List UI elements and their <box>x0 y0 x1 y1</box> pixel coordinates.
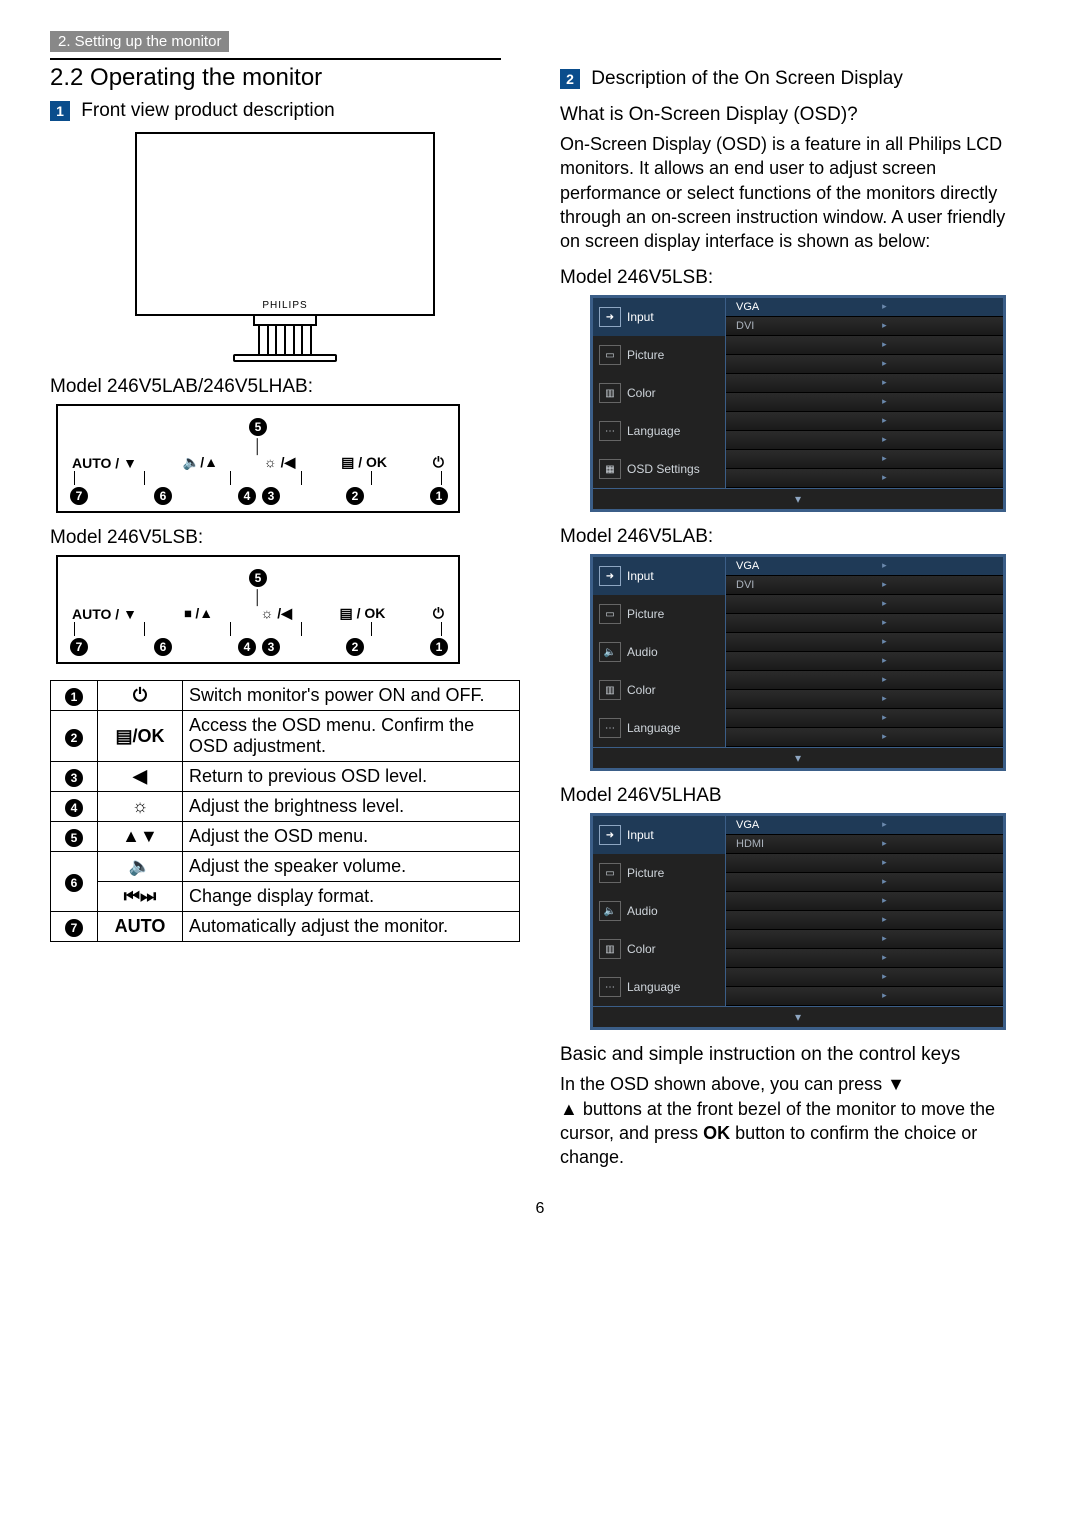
panel-model-b-label: Model 246V5LSB: <box>50 527 520 549</box>
callout-number-1: 1 <box>50 101 70 121</box>
panel-model-a-label: Model 246V5LAB/246V5LHAB: <box>50 376 520 398</box>
row-desc: Switch monitor's power ON and OFF. <box>183 681 520 711</box>
table-row: 2 ▤/OK Access the OSD menu. Confirm the … <box>51 711 520 762</box>
btn-power-label: ⏻ <box>433 454 444 471</box>
table-row: 1 ⏻ Switch monitor's power ON and OFF. <box>51 681 520 711</box>
row-desc: Access the OSD menu. Confirm the OSD adj… <box>183 711 520 762</box>
panel-circle-2: 2 <box>346 487 364 505</box>
osd-screenshot-2: ➜Input VGA DVI ▭Picture 🔈Audio ▥Color ⋯L… <box>590 554 1006 771</box>
auto-icon: AUTO <box>98 912 183 942</box>
instruction-body: In the OSD shown above, you can press ▼ … <box>560 1072 1030 1169</box>
back-icon: ◀ <box>98 762 183 792</box>
speaker-icon: 🔈 <box>98 852 183 882</box>
format-icon: ⏮⏭ <box>98 882 183 912</box>
btn-power-label-b: ⏻ <box>433 605 444 622</box>
updown-icon: ▲▼ <box>98 822 183 852</box>
btn-menu-label: ▤ / OK <box>341 454 387 471</box>
btn-menu-label-b: ▤ / OK <box>339 605 385 622</box>
subsection-2-title: Description of the On Screen Display <box>591 68 903 89</box>
chevron-down-icon: ▾ <box>593 747 1003 768</box>
menu-ok-icon: ▤/OK <box>98 711 183 762</box>
power-icon: ⏻ <box>98 681 183 711</box>
panel-circle-3: 3 <box>262 487 280 505</box>
subsection-2-header: 2 Description of the On Screen Display <box>560 68 1030 90</box>
subsection-1-header: 1 Front view product description <box>50 100 520 122</box>
color-icon: ▥ <box>599 939 621 959</box>
audio-icon: 🔈 <box>599 901 621 921</box>
panel-circle-5: 5 <box>249 418 267 436</box>
osd-description-body: On-Screen Display (OSD) is a feature in … <box>560 132 1030 253</box>
osd-option: DVI <box>726 576 1003 595</box>
instruction-title: Basic and simple instruction on the cont… <box>560 1044 1030 1066</box>
language-icon: ⋯ <box>599 718 621 738</box>
input-icon: ➜ <box>599 825 621 845</box>
table-row: 5 ▲▼ Adjust the OSD menu. <box>51 822 520 852</box>
osd-option: VGA <box>726 557 1003 576</box>
btn-auto-label-b: AUTO / ▼ <box>72 606 137 622</box>
osd-option: VGA <box>726 816 1003 835</box>
btn-volume-label: 🔈/▲ <box>183 454 218 471</box>
panel-circle-1: 1 <box>430 487 448 505</box>
callout-number-2: 2 <box>560 69 580 89</box>
row-desc: Adjust the OSD menu. <box>183 822 520 852</box>
panel-b-circle-5: 5 <box>249 569 267 587</box>
monitor-illustration: PHILIPS <box>135 132 435 362</box>
row-desc: Return to previous OSD level. <box>183 762 520 792</box>
osd-question-title: What is On-Screen Display (OSD)? <box>560 104 1030 126</box>
page-number: 6 <box>50 1200 1030 1218</box>
table-row: 3 ◀ Return to previous OSD level. <box>51 762 520 792</box>
monitor-brand-label: PHILIPS <box>262 300 307 311</box>
picture-icon: ▭ <box>599 863 621 883</box>
panel-circle-7: 7 <box>70 487 88 505</box>
osd2-model-label: Model 246V5LAB: <box>560 526 1030 548</box>
subsection-1-title: Front view product description <box>81 100 334 121</box>
osd-screenshot-1: ➜Input VGA DVI ▭Picture ▥Color ⋯Language… <box>590 295 1006 512</box>
btn-brightness-label: ☼ /◀ <box>264 454 295 471</box>
language-icon: ⋯ <box>599 421 621 441</box>
table-row: 7 AUTO Automatically adjust the monitor. <box>51 912 520 942</box>
osd-option: HDMI <box>726 835 1003 854</box>
row-desc: Adjust the speaker volume. <box>183 852 520 882</box>
language-icon: ⋯ <box>599 977 621 997</box>
btn-format-label-b: ⏹ /▲ <box>184 605 213 622</box>
breadcrumb: 2. Setting up the monitor <box>50 31 229 52</box>
row-desc: Adjust the brightness level. <box>183 792 520 822</box>
button-panel-a: 5 │ AUTO / ▼ 🔈/▲ ☼ /◀ ▤ / OK ⏻ 7 6 4 3 2… <box>56 404 460 513</box>
settings-icon: ▦ <box>599 459 621 479</box>
btn-brightness-label-b: ☼ /◀ <box>261 605 292 622</box>
picture-icon: ▭ <box>599 604 621 624</box>
picture-icon: ▭ <box>599 345 621 365</box>
button-panel-b: 5 │ AUTO / ▼ ⏹ /▲ ☼ /◀ ▤ / OK ⏻ 7 6 4 3 … <box>56 555 460 664</box>
osd-option: VGA <box>726 298 1003 317</box>
table-row: 4 ☼ Adjust the brightness level. <box>51 792 520 822</box>
table-row: ⏮⏭ Change display format. <box>51 882 520 912</box>
table-row: 6 🔈 Adjust the speaker volume. <box>51 852 520 882</box>
color-icon: ▥ <box>599 383 621 403</box>
osd-option: DVI <box>726 317 1003 336</box>
input-icon: ➜ <box>599 566 621 586</box>
brightness-icon: ☼ <box>98 792 183 822</box>
audio-icon: 🔈 <box>599 642 621 662</box>
row-desc: Change display format. <box>183 882 520 912</box>
row-desc: Automatically adjust the monitor. <box>183 912 520 942</box>
panel-circle-4: 4 <box>238 487 256 505</box>
input-icon: ➜ <box>599 307 621 327</box>
panel-circle-6: 6 <box>154 487 172 505</box>
osd1-model-label: Model 246V5LSB: <box>560 267 1030 289</box>
osd-screenshot-3: ➜Input VGA HDMI ▭Picture 🔈Audio ▥Color ⋯… <box>590 813 1006 1030</box>
section-title: 2.2 Operating the monitor <box>50 64 520 92</box>
button-description-table: 1 ⏻ Switch monitor's power ON and OFF. 2… <box>50 680 520 942</box>
chevron-down-icon: ▾ <box>593 1006 1003 1027</box>
btn-auto-label: AUTO / ▼ <box>72 455 137 471</box>
osd3-model-label: Model 246V5LHAB <box>560 785 1030 807</box>
chevron-down-icon: ▾ <box>593 488 1003 509</box>
color-icon: ▥ <box>599 680 621 700</box>
